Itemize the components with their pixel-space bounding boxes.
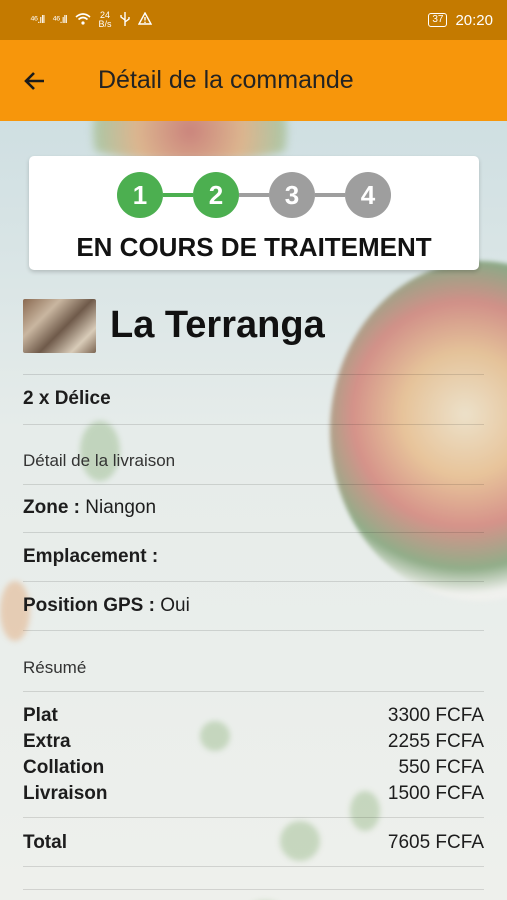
restaurant-name: La Terranga xyxy=(110,304,325,346)
divider xyxy=(23,374,484,375)
step-2: 2 xyxy=(193,172,239,218)
restaurant-image xyxy=(23,299,96,353)
divider xyxy=(23,691,484,692)
network-speed: 24 B/s xyxy=(99,11,112,29)
divider xyxy=(23,817,484,818)
summary-row-label: Plat xyxy=(23,705,58,726)
arrow-left-icon xyxy=(24,71,44,90)
summary-row-extra: Extra 2255 FCFA xyxy=(23,731,484,753)
summary-total-label: Total xyxy=(23,832,67,853)
summary-row-plat: Plat 3300 FCFA xyxy=(23,705,484,727)
delivery-section-title: Détail de la livraison xyxy=(23,451,176,470)
summary-row-value: 1500 FCFA xyxy=(387,783,484,804)
divider xyxy=(23,532,484,533)
step-4: 4 xyxy=(345,172,391,218)
step-3: 3 xyxy=(269,172,315,218)
delivery-gps-value: Oui xyxy=(160,595,190,616)
delivery-zone-value: Niangon xyxy=(85,497,157,518)
wifi-icon xyxy=(75,12,91,28)
step-1: 1 xyxy=(117,172,163,218)
signal-icon-2: ⁴⁶.ıll xyxy=(52,14,67,26)
battery-icon: 37 xyxy=(428,13,448,27)
summary-total-value: 7605 FCFA xyxy=(387,832,484,853)
summary-row-value: 2255 FCFA xyxy=(387,731,484,752)
summary-row-value: 550 FCFA xyxy=(398,757,484,778)
divider xyxy=(23,866,484,867)
summary-section-title: Résumé xyxy=(23,658,87,677)
summary-row-label: Extra xyxy=(23,731,71,752)
delivery-zone-label: Zone : xyxy=(23,497,80,518)
step-connector xyxy=(315,193,345,197)
delivery-location-label: Emplacement : xyxy=(23,546,159,567)
summary-row-label: Livraison xyxy=(23,783,108,804)
delivery-gps: Position GPS : Oui xyxy=(23,595,190,617)
usb-icon xyxy=(119,11,130,29)
app-bar: Détail de la commande xyxy=(0,40,507,121)
step-connector xyxy=(163,193,193,197)
order-item: 2 x Délice xyxy=(23,388,111,410)
divider xyxy=(23,581,484,582)
delivery-gps-label: Position GPS : xyxy=(23,595,155,616)
order-item-text: 2 x Délice xyxy=(23,388,111,409)
summary-total: Total 7605 FCFA xyxy=(23,832,484,854)
clock: 20:20 xyxy=(455,11,493,29)
summary-row-collation: Collation 550 FCFA xyxy=(23,757,484,779)
warning-icon xyxy=(137,11,152,28)
delivery-zone: Zone : Niangon xyxy=(23,497,156,519)
status-bar: ⁴⁶.ıll ⁴⁶.ıll 24 B/s 37 20:20 xyxy=(0,0,507,40)
summary-row-value: 3300 FCFA xyxy=(387,705,484,726)
summary-row-label: Collation xyxy=(23,757,105,778)
order-progress-card: 1 2 3 4 EN COURS DE TRAITEMENT xyxy=(29,156,479,270)
page-title: Détail de la commande xyxy=(98,66,354,94)
signal-icon: ⁴⁶.ıll xyxy=(30,14,45,26)
delivery-location: Emplacement : xyxy=(23,546,158,568)
divider xyxy=(23,484,484,485)
order-status: EN COURS DE TRAITEMENT xyxy=(76,232,432,262)
divider xyxy=(23,889,484,890)
step-connector xyxy=(239,193,269,197)
summary-row-livraison: Livraison 1500 FCFA xyxy=(23,783,484,805)
back-button[interactable] xyxy=(0,40,70,121)
divider xyxy=(23,424,484,425)
network-speed-unit: B/s xyxy=(98,19,112,29)
divider xyxy=(23,630,484,631)
